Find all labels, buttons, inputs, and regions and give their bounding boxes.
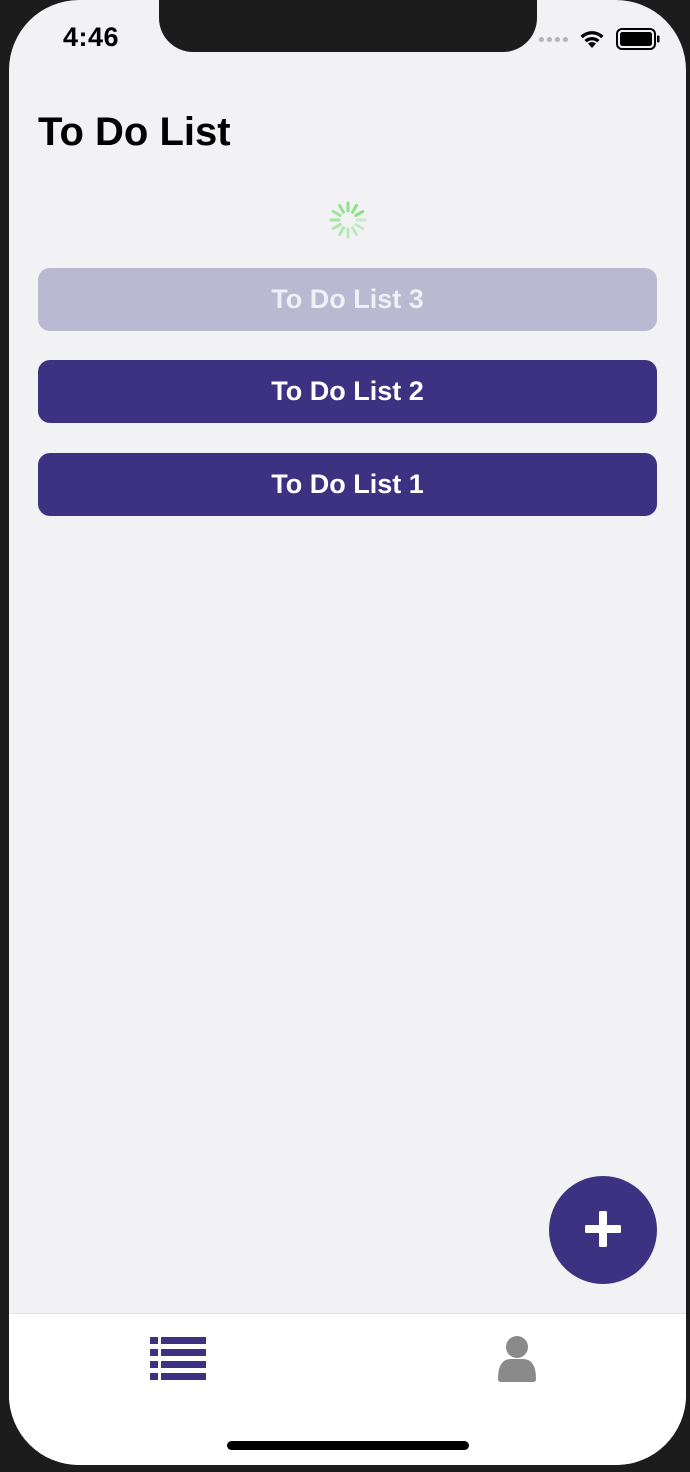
page-title: To Do List <box>38 110 231 154</box>
tab-lists[interactable] <box>138 1336 218 1386</box>
status-icons <box>539 28 660 50</box>
list-icon <box>150 1336 206 1386</box>
tab-profile[interactable] <box>477 1335 557 1388</box>
user-icon <box>497 1335 537 1388</box>
todo-list-item[interactable]: To Do List 3 <box>38 268 657 331</box>
home-indicator <box>227 1441 469 1450</box>
status-time: 4:46 <box>63 22 120 52</box>
device-notch <box>159 0 537 52</box>
add-list-button[interactable] <box>549 1176 657 1284</box>
plus-icon <box>583 1209 623 1252</box>
todo-list-item[interactable]: To Do List 2 <box>38 360 657 423</box>
wifi-icon <box>578 29 606 49</box>
todo-list-item[interactable]: To Do List 1 <box>38 453 657 516</box>
loading-spinner-icon <box>329 201 367 239</box>
signal-dots-icon <box>539 36 568 42</box>
app-screen: 4:46 To Do List To Do List 3 To Do List … <box>9 0 686 1465</box>
battery-icon <box>616 28 660 50</box>
